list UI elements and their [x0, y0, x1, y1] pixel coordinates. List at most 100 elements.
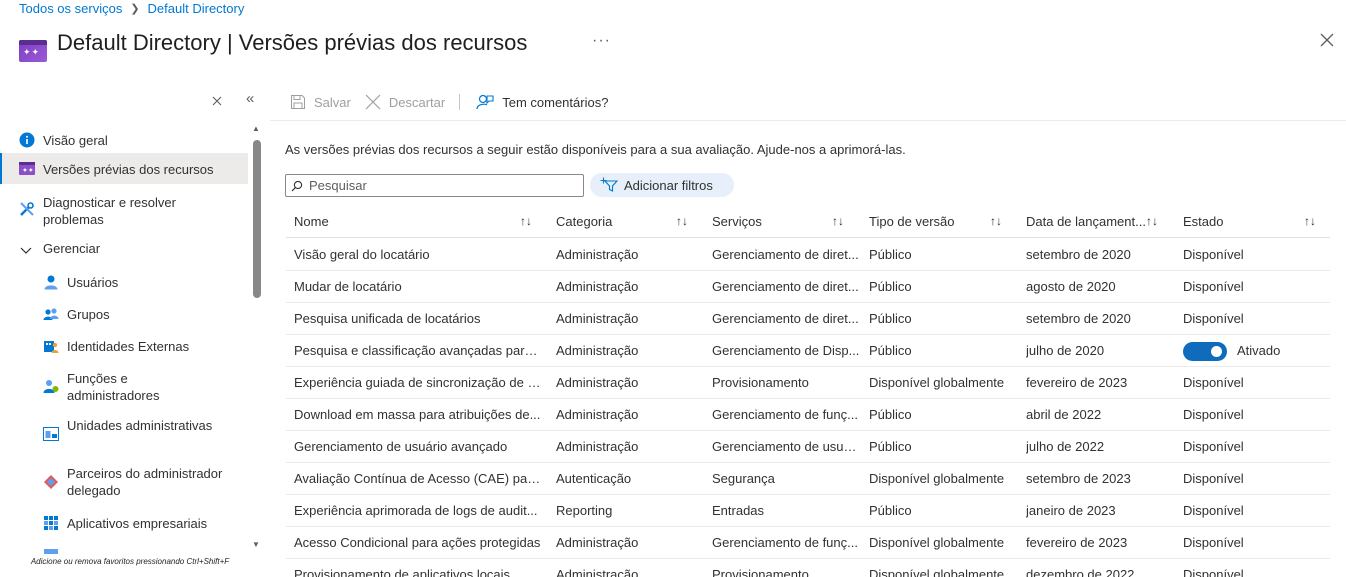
status-toggle[interactable]: [1183, 342, 1227, 361]
svg-text:✦✦: ✦✦: [22, 167, 34, 175]
search-icon: [291, 180, 303, 192]
sidebar-item-diagnose[interactable]: Diagnosticar e resolver problemas: [0, 192, 248, 228]
table-cell[interactable]: Provisionamento de aplicativos locais: [294, 567, 510, 577]
column-header[interactable]: Categoria: [556, 214, 612, 229]
table-row[interactable]: Acesso Condicional para ações protegidas…: [286, 527, 1330, 559]
sort-icon[interactable]: ↑↓: [990, 214, 1002, 228]
table-row[interactable]: Download em massa para atribuições de...…: [286, 399, 1330, 431]
table-cell: Disponível: [1183, 247, 1244, 262]
sidebar-item-label: Versões prévias dos recursos: [43, 162, 214, 177]
table-cell[interactable]: Visão geral do locatário: [294, 247, 430, 262]
external-identities-icon: [43, 338, 59, 354]
table-cell: Público: [869, 439, 912, 454]
column-header[interactable]: Nome: [294, 214, 329, 229]
sidebar-item-overview[interactable]: Visão geral: [0, 126, 248, 154]
table-cell: Administração: [556, 343, 639, 358]
table-row[interactable]: Pesquisa e classificação avançadas para …: [286, 335, 1330, 367]
discard-button[interactable]: Descartar: [365, 94, 445, 110]
scroll-up-arrow-icon[interactable]: ▲: [252, 124, 260, 133]
table-cell: fevereiro de 2023: [1026, 375, 1128, 390]
column-header[interactable]: Estado: [1183, 214, 1223, 229]
sidebar-item-preview-features[interactable]: ✦✦ Versões prévias dos recursos: [0, 153, 248, 184]
search-box[interactable]: [285, 174, 584, 197]
discard-label: Descartar: [388, 94, 446, 110]
feedback-button[interactable]: Tem comentários?: [476, 93, 608, 111]
clear-search-icon[interactable]: [212, 93, 222, 110]
table-cell: julho de 2022: [1026, 439, 1105, 454]
table-row[interactable]: Provisionamento de aplicativos locais Adm…: [286, 559, 1330, 577]
more-options-icon[interactable]: ···: [592, 32, 611, 50]
save-label: Salvar: [314, 94, 351, 110]
sidebar-item-label: Aplicativos empresariais: [67, 516, 208, 531]
table-cell[interactable]: Experiência aprimorada de logs de audit.…: [294, 503, 538, 518]
column-header[interactable]: Tipo de versão: [869, 214, 955, 229]
table-cell[interactable]: Acesso Condicional para ações protegidas: [294, 535, 540, 550]
add-filter-icon: [600, 177, 618, 193]
info-icon: [19, 132, 35, 148]
sidebar-item-external-identities[interactable]: Identidades Externas: [0, 334, 248, 358]
table-cell[interactable]: Download em massa para atribuições de...: [294, 407, 540, 422]
table-cell: Administração: [556, 247, 639, 262]
table-cell[interactable]: Mudar de locatário: [294, 279, 402, 294]
sort-icon[interactable]: ↑↓: [676, 214, 688, 228]
search-input[interactable]: [309, 178, 579, 193]
sidebar-item-devices-partial[interactable]: [0, 544, 248, 554]
table-row[interactable]: Visão geral do locatário Administração Ger…: [286, 239, 1330, 271]
table-row[interactable]: Experiência aprimorada de logs de audit.…: [286, 495, 1330, 527]
table-cell: Disponível: [1183, 503, 1244, 518]
table-cell[interactable]: Avaliação Contínua de Acesso (CAE) para.…: [294, 471, 544, 486]
table-cell: Público: [869, 279, 912, 294]
column-header[interactable]: Serviços: [712, 214, 762, 229]
sidebar-item-users[interactable]: Usuários: [0, 270, 248, 294]
breadcrumb-default-directory[interactable]: Default Directory: [148, 1, 245, 16]
table-cell: Público: [869, 503, 912, 518]
table-cell[interactable]: Gerenciamento de usuário avançado: [294, 439, 507, 454]
scroll-down-arrow-icon[interactable]: ▼: [252, 540, 260, 549]
sidebar-item-label: Diagnosticar e resolver problemas: [43, 195, 176, 227]
sidebar-item-delegated-partners[interactable]: Parceiros do administrador delegado: [0, 464, 248, 500]
add-filters-button[interactable]: Adicionar filtros: [590, 173, 734, 197]
table-row[interactable]: Pesquisa unificada de locatários Administ…: [286, 303, 1330, 335]
sidebar-item-roles[interactable]: Funções e administradores: [0, 368, 248, 404]
close-icon[interactable]: [1319, 32, 1339, 52]
user-icon: [43, 274, 59, 290]
sort-icon[interactable]: ↑↓: [1304, 214, 1316, 228]
save-icon: [290, 94, 306, 110]
breadcrumb-all-services[interactable]: Todos os serviços: [19, 1, 122, 16]
sidebar-item-enterprise-apps[interactable]: Aplicativos empresariais: [0, 512, 248, 536]
sort-icon[interactable]: ↑↓: [1146, 214, 1158, 228]
table-cell: Administração: [556, 375, 639, 390]
sidebar-item-label: Visão geral: [43, 133, 108, 148]
table-cell[interactable]: Pesquisa e classificação avançadas para …: [294, 343, 544, 358]
wrench-icon: [19, 201, 35, 217]
sidebar-item-groups[interactable]: Grupos: [0, 302, 248, 326]
table-cell: Administração: [556, 279, 639, 294]
column-header[interactable]: Data de lançament...: [1026, 214, 1146, 229]
table-cell[interactable]: Pesquisa unificada de locatários: [294, 311, 480, 326]
table-cell: julho de 2020: [1026, 343, 1105, 358]
table-cell: Gerenciamento de funç...: [712, 535, 858, 550]
table-row[interactable]: Mudar de locatário Administração Gerenciam…: [286, 271, 1330, 303]
table-cell: Administração: [556, 407, 639, 422]
table-cell: Disponível: [1183, 279, 1244, 294]
table-row[interactable]: Experiência guiada de sincronização de n…: [286, 367, 1330, 399]
sort-icon[interactable]: ↑↓: [832, 214, 844, 228]
table-cell: Administração: [556, 439, 639, 454]
table-cell: Disponível: [1183, 375, 1244, 390]
table-cell: Público: [869, 407, 912, 422]
sidebar-item-admin-units[interactable]: Unidades administrativas: [0, 416, 248, 452]
collapse-sidebar-icon[interactable]: «: [246, 90, 254, 107]
table-cell: Reporting: [556, 503, 613, 518]
sidebar-group-manage[interactable]: Gerenciar: [0, 236, 248, 260]
add-filters-label: Adicionar filtros: [624, 177, 713, 193]
table-cell: Disponível globalmente: [869, 567, 1005, 577]
toolbar-divider-line: [270, 120, 1346, 121]
table-cell[interactable]: Experiência guiada de sincronização de n…: [294, 375, 544, 390]
preview-features-icon: ✦✦: [19, 162, 35, 178]
save-button[interactable]: Salvar: [290, 94, 351, 110]
page-title: Default Directory | Versões prévias dos …: [57, 30, 528, 55]
table-row[interactable]: Avaliação Contínua de Acesso (CAE) para.…: [286, 463, 1330, 495]
table-row[interactable]: Gerenciamento de usuário avançado Adminis…: [286, 431, 1330, 463]
sidebar-scrollbar-thumb[interactable]: [253, 140, 261, 298]
sort-icon[interactable]: ↑↓: [520, 214, 532, 228]
